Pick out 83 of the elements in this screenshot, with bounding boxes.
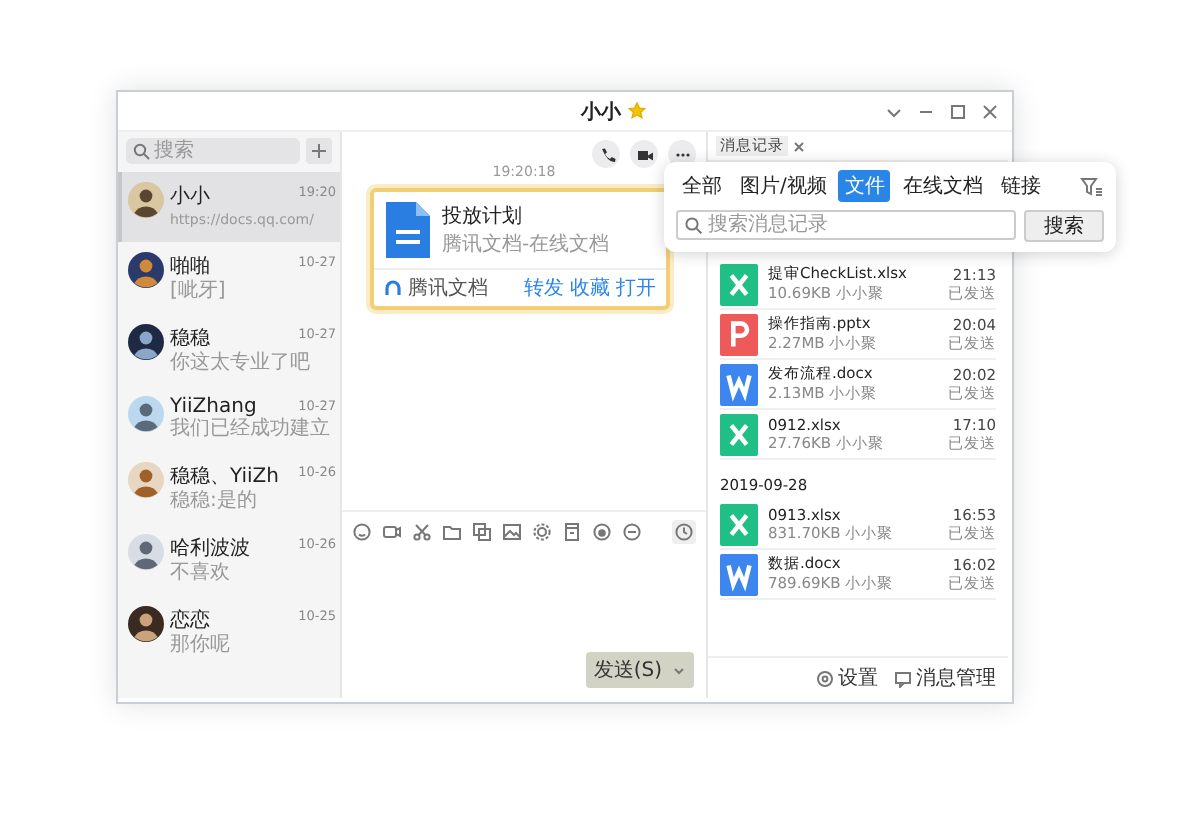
xlsx-file-icon xyxy=(720,263,758,305)
document-title: 投放计划 xyxy=(442,203,524,230)
avatar xyxy=(128,324,164,361)
docx-file-icon xyxy=(720,363,758,405)
contact-name: 稳稳 xyxy=(170,326,212,351)
images-icon xyxy=(472,522,492,542)
gear-icon xyxy=(532,522,552,542)
card-action-link[interactable]: 收藏 xyxy=(570,274,610,302)
manage-button[interactable]: 消息管理 xyxy=(894,664,996,692)
emoji-icon xyxy=(352,522,372,542)
settings-icon xyxy=(816,669,834,687)
history-button[interactable] xyxy=(672,520,696,544)
clock-icon xyxy=(674,522,694,542)
gear-button[interactable] xyxy=(532,522,552,542)
contact-name: 稳稳、YiiZh xyxy=(170,464,281,490)
card-action-link[interactable]: 转发 xyxy=(524,274,564,302)
docx-file-icon xyxy=(720,553,758,595)
contact-name: YiiZhang xyxy=(170,396,257,419)
document-icon xyxy=(562,522,582,542)
message-preview: 那你呢 xyxy=(170,634,232,659)
chat-bubble-icon xyxy=(894,669,912,687)
contact-name: 小小 xyxy=(170,183,212,210)
folder-button[interactable] xyxy=(442,522,462,542)
pptx-file-icon xyxy=(720,313,758,355)
avatar xyxy=(128,396,164,433)
minus-circle-icon xyxy=(622,522,642,542)
search-field[interactable]: 搜索消息记录 xyxy=(676,210,1016,240)
avatar xyxy=(128,462,164,499)
close-icon xyxy=(792,139,806,153)
emoji-button[interactable] xyxy=(352,522,372,542)
search-icon xyxy=(132,142,150,160)
caret-icon xyxy=(672,663,686,677)
contact-name: 哈利波波 xyxy=(170,535,252,561)
document-source: 腾讯文档 xyxy=(408,275,490,302)
search-field[interactable]: 搜索 xyxy=(126,138,300,164)
video-camera-icon xyxy=(635,145,653,163)
settings-button[interactable]: 设置 xyxy=(816,664,878,692)
document-card[interactable]: 投放计划 腾讯文档-在线文档 腾讯文档 转发 收藏 打开 xyxy=(370,188,670,310)
window-title: 小小 xyxy=(581,99,621,125)
docs-logo-icon xyxy=(384,279,402,297)
message-preview: 稳稳:是的 xyxy=(170,490,259,515)
image-icon xyxy=(502,522,522,542)
message-preview: 我们已经成功建立 xyxy=(170,418,332,443)
filter-button[interactable] xyxy=(1080,175,1104,197)
contact-name: 恋恋 xyxy=(170,607,212,634)
video-button[interactable] xyxy=(630,140,658,168)
search-icon xyxy=(684,216,702,234)
close-icon xyxy=(980,102,1000,122)
folder-icon xyxy=(442,522,462,542)
minus-circle-button[interactable] xyxy=(622,522,642,542)
contact-name: 啪啪 xyxy=(170,254,212,279)
message-preview: [呲牙] xyxy=(170,280,228,305)
phone-button[interactable] xyxy=(592,140,620,168)
filter-icon xyxy=(1080,175,1104,197)
avatar xyxy=(128,252,164,289)
maximize-icon xyxy=(948,102,968,122)
document-icon xyxy=(386,202,430,258)
scissors-button[interactable] xyxy=(412,522,432,542)
card-action-link[interactable]: 打开 xyxy=(616,274,656,302)
message-preview: 你这太专业了吧 xyxy=(170,352,312,377)
avatar xyxy=(128,182,164,218)
document-button[interactable] xyxy=(562,522,582,542)
add-button[interactable] xyxy=(306,138,332,164)
xlsx-file-icon xyxy=(720,413,758,455)
phone-icon xyxy=(597,145,615,163)
images-button[interactable] xyxy=(472,522,492,542)
filter-tab[interactable]: 文件 xyxy=(838,170,891,202)
record-button[interactable] xyxy=(592,522,612,542)
filter-tab[interactable]: 图片/视频 xyxy=(734,170,833,202)
filter-tab[interactable]: 链接 xyxy=(994,170,1047,202)
search-button[interactable]: 搜索 xyxy=(1024,210,1104,242)
image-button[interactable] xyxy=(502,522,522,542)
avatar xyxy=(128,606,164,643)
message-preview: 不喜欢 xyxy=(170,562,232,587)
xlsx-file-icon xyxy=(720,503,758,545)
filter-tab[interactable]: 全部 xyxy=(676,170,728,202)
record-icon xyxy=(592,522,612,542)
avatar xyxy=(128,534,164,571)
scissors-icon xyxy=(412,522,432,542)
plus-icon xyxy=(310,142,328,160)
document-subtitle: 腾讯文档-在线文档 xyxy=(442,231,610,258)
send-button[interactable]: 发送(S) xyxy=(585,652,694,688)
filter-tab[interactable]: 在线文档 xyxy=(896,170,989,202)
